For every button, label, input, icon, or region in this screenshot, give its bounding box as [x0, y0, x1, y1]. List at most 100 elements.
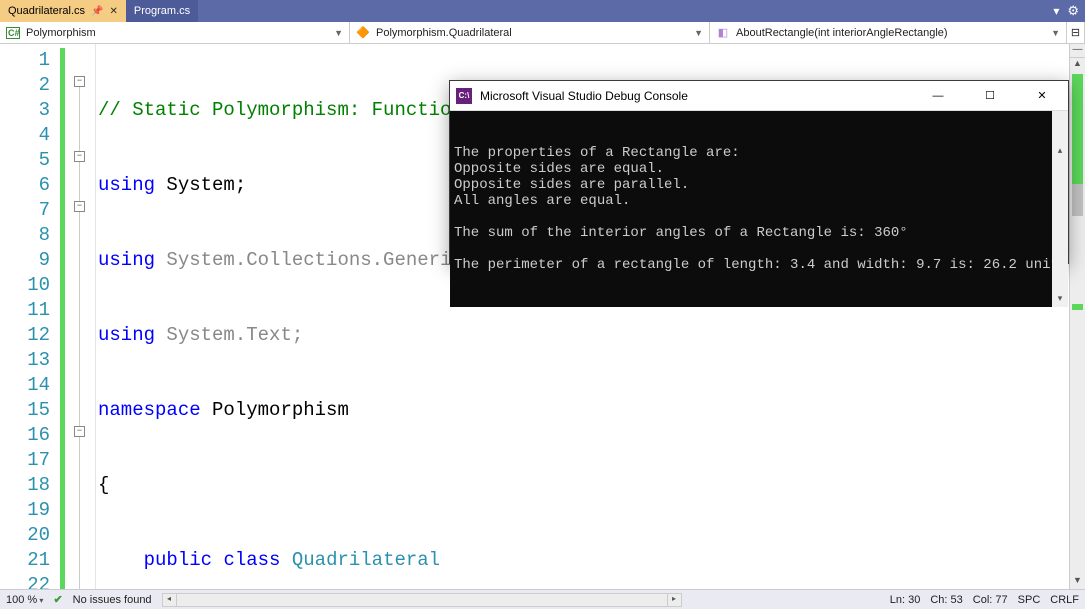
- ns: System.Collections.Generic: [166, 249, 462, 271]
- caret-line[interactable]: Ln: 30: [890, 594, 921, 606]
- minimize-button[interactable]: —: [916, 81, 960, 111]
- ns-name: Polymorphism: [212, 399, 349, 421]
- project-name: Polymorphism: [26, 27, 96, 39]
- collapse-toggle[interactable]: −: [74, 426, 85, 437]
- status-bar: 100 % ✔ No issues found ◂ ▸ Ln: 30 Ch: 5…: [0, 589, 1085, 609]
- kw: using: [98, 249, 155, 271]
- zoom-dropdown[interactable]: 100 %: [6, 594, 43, 606]
- line-number: 4: [0, 123, 50, 148]
- type-name: Polymorphism.Quadrilateral: [376, 27, 512, 39]
- file-tab-active[interactable]: Quadrilateral.cs 📌 ✕: [0, 0, 126, 22]
- file-tab-label: Quadrilateral.cs: [8, 5, 85, 17]
- type-name: Quadrilateral: [292, 549, 440, 571]
- close-icon[interactable]: ✕: [110, 6, 118, 17]
- console-line: Opposite sides are equal.: [454, 161, 1064, 177]
- file-tab-strip: Quadrilateral.cs 📌 ✕ Program.cs ▾ ⚙: [0, 0, 1085, 22]
- kw: class: [223, 549, 280, 571]
- split-button[interactable]: ⊟: [1067, 22, 1085, 43]
- chevron-down-icon[interactable]: ▾: [1053, 4, 1059, 18]
- console-output[interactable]: The properties of a Rectangle are:Opposi…: [450, 111, 1068, 307]
- console-line: The properties of a Rectangle are:: [454, 145, 1064, 161]
- kw: public: [144, 549, 212, 571]
- console-line: [454, 241, 1064, 257]
- chevron-down-icon: ▼: [694, 28, 703, 38]
- split-handle[interactable]: —: [1070, 44, 1085, 58]
- line-number: 11: [0, 298, 50, 323]
- line-number: 9: [0, 248, 50, 273]
- file-tab-label: Program.cs: [134, 5, 190, 17]
- line-number: 14: [0, 373, 50, 398]
- collapse-toggle[interactable]: −: [74, 76, 85, 87]
- line-number: 16: [0, 423, 50, 448]
- line-number: 1: [0, 48, 50, 73]
- line-number: 12: [0, 323, 50, 348]
- console-title: Microsoft Visual Studio Debug Console: [480, 89, 688, 103]
- debug-console-window[interactable]: C:\ Microsoft Visual Studio Debug Consol…: [449, 80, 1069, 264]
- csharp-project-icon: C#: [6, 27, 20, 39]
- line-number: 21: [0, 548, 50, 573]
- navigation-bar: C# Polymorphism ▼ 🔶 Polymorphism.Quadril…: [0, 22, 1085, 44]
- member-dropdown[interactable]: ◧ AboutRectangle(int interiorAngleRectan…: [710, 22, 1067, 43]
- line-number: 2: [0, 73, 50, 98]
- kw: namespace: [98, 399, 201, 421]
- line-number-gutter: 12345678910111213141516171819202122: [0, 44, 60, 589]
- maximize-button[interactable]: ☐: [968, 81, 1012, 111]
- kw: using: [98, 174, 155, 196]
- pin-icon[interactable]: 📌: [91, 6, 103, 17]
- type-dropdown[interactable]: 🔶 Polymorphism.Quadrilateral ▼: [350, 22, 710, 43]
- scroll-left-icon[interactable]: ◂: [163, 594, 177, 606]
- issues-label[interactable]: No issues found: [73, 594, 152, 606]
- scroll-down-icon[interactable]: ▼: [1070, 575, 1085, 589]
- collapse-toggle[interactable]: −: [74, 151, 85, 162]
- console-line: All angles are equal.: [454, 193, 1064, 209]
- split-icon: ⊟: [1071, 26, 1080, 39]
- line-number: 3: [0, 98, 50, 123]
- close-button[interactable]: ✕: [1020, 81, 1064, 111]
- console-title-bar[interactable]: C:\ Microsoft Visual Studio Debug Consol…: [450, 81, 1068, 111]
- line-number: 20: [0, 523, 50, 548]
- line-number: 17: [0, 448, 50, 473]
- scroll-up-icon[interactable]: ▴: [1052, 143, 1068, 159]
- line-ending[interactable]: CRLF: [1050, 594, 1079, 606]
- chevron-down-icon: ▼: [334, 28, 343, 38]
- kw: using: [98, 324, 155, 346]
- scroll-right-icon[interactable]: ▸: [667, 594, 681, 606]
- semi: ;: [292, 324, 303, 346]
- class-icon: 🔶: [356, 26, 370, 39]
- line-number: 6: [0, 173, 50, 198]
- scroll-down-icon[interactable]: ▾: [1052, 291, 1068, 307]
- caret-col[interactable]: Col: 77: [973, 594, 1008, 606]
- line-number: 7: [0, 198, 50, 223]
- line-number: 13: [0, 348, 50, 373]
- console-line: Opposite sides are parallel.: [454, 177, 1064, 193]
- outline-margin: − − − −: [60, 44, 96, 589]
- console-line: The perimeter of a rectangle of length: …: [454, 257, 1064, 273]
- tab-strip-tools: ▾ ⚙: [1053, 0, 1085, 22]
- member-name: AboutRectangle(int interiorAngleRectangl…: [736, 27, 948, 39]
- ns: System.Text: [166, 324, 291, 346]
- line-number: 18: [0, 473, 50, 498]
- semi: ;: [235, 174, 246, 196]
- vs-icon: C:\: [456, 88, 472, 104]
- indent-mode[interactable]: SPC: [1018, 594, 1041, 606]
- console-line: The sum of the interior angles of a Rect…: [454, 225, 1064, 241]
- line-number: 5: [0, 148, 50, 173]
- check-icon: ✔: [53, 593, 62, 606]
- collapse-toggle[interactable]: −: [74, 201, 85, 212]
- change-bar: [60, 48, 65, 589]
- horizontal-scrollbar[interactable]: ◂ ▸: [162, 593, 682, 607]
- chevron-down-icon: ▼: [1051, 28, 1060, 38]
- gear-icon[interactable]: ⚙: [1067, 3, 1079, 19]
- scroll-up-icon[interactable]: ▲: [1070, 58, 1085, 72]
- file-tab-inactive[interactable]: Program.cs: [126, 0, 198, 22]
- brace: {: [98, 474, 109, 496]
- console-scrollbar[interactable]: ▴ ▾: [1052, 111, 1068, 307]
- overview-mark: [1072, 304, 1083, 310]
- line-number: 19: [0, 498, 50, 523]
- caret-char[interactable]: Ch: 53: [930, 594, 962, 606]
- line-number: 8: [0, 223, 50, 248]
- console-line: [454, 209, 1064, 225]
- method-icon: ◧: [716, 26, 730, 39]
- vertical-scrollbar[interactable]: — ▲ ▼: [1069, 44, 1085, 589]
- project-dropdown[interactable]: C# Polymorphism ▼: [0, 22, 350, 43]
